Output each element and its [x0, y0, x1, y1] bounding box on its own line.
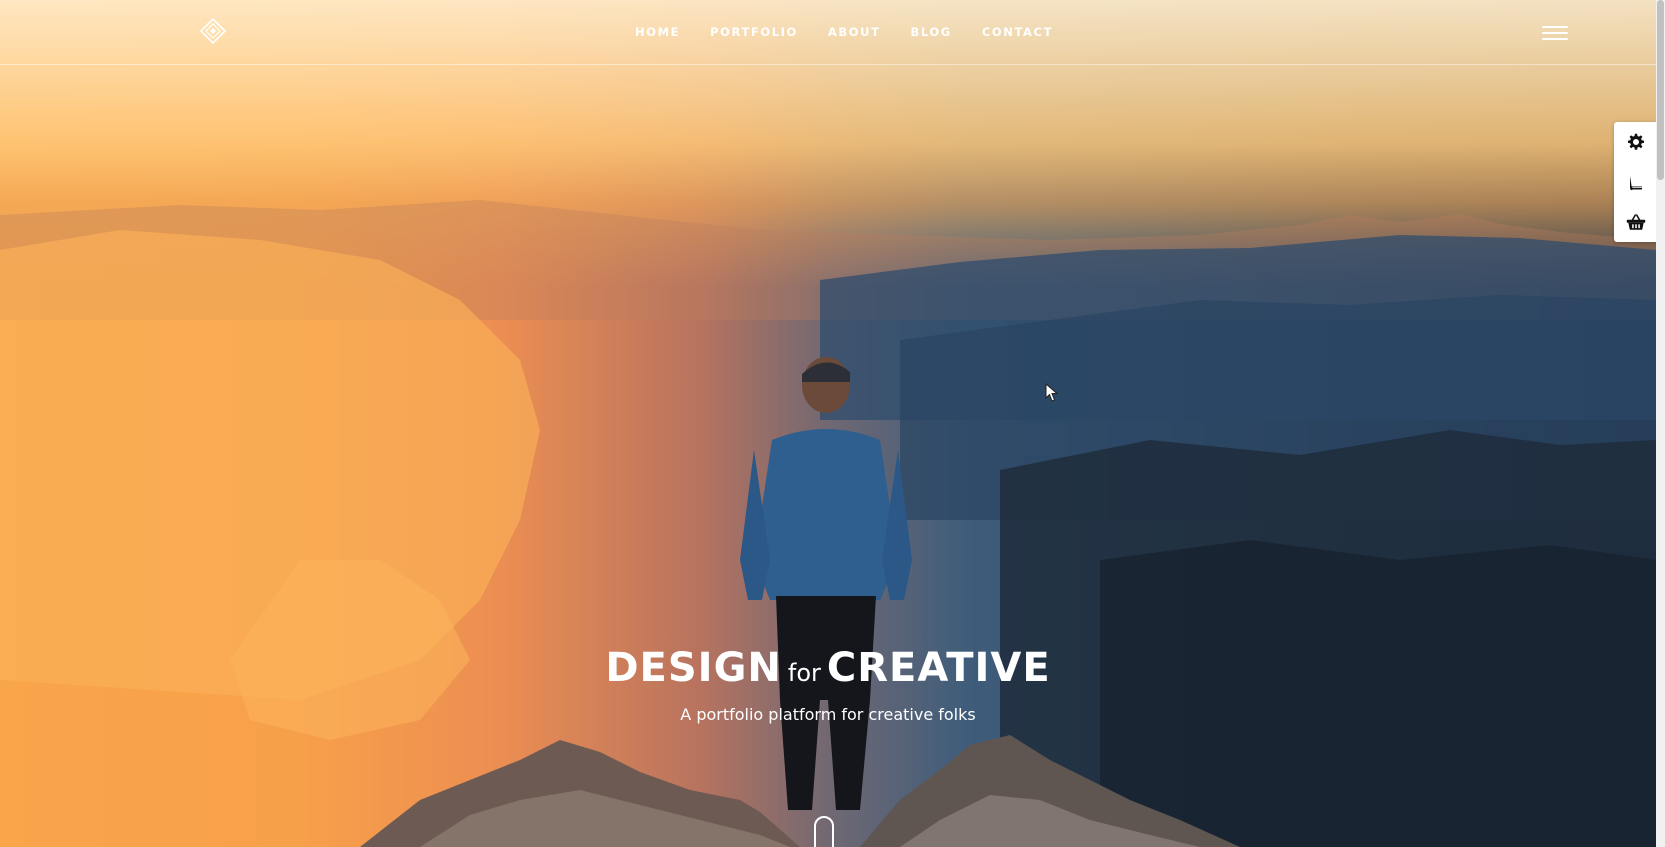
main-nav: HOME PORTFOLIO ABOUT BLOG CONTACT [620, 22, 1068, 42]
nav-portfolio[interactable]: PORTFOLIO [695, 22, 813, 42]
nav-home[interactable]: HOME [620, 22, 695, 42]
page-scrollbar[interactable] [1656, 0, 1665, 847]
hamburger-line [1542, 26, 1568, 28]
hero-title-part1: DESIGN [605, 645, 782, 691]
side-tools-panel [1614, 122, 1658, 242]
nav-contact[interactable]: CONTACT [967, 22, 1068, 42]
hero-title-part2: CREATIVE [826, 645, 1051, 691]
shop-button[interactable] [1614, 202, 1658, 242]
hero-title: DESIGN for CREATIVE [0, 645, 1656, 691]
docs-button[interactable] [1614, 162, 1658, 202]
page: HOME PORTFOLIO ABOUT BLOG CONTACT DESIGN… [0, 0, 1665, 847]
scrollbar-thumb[interactable] [1657, 0, 1664, 180]
hamburger-line [1542, 32, 1568, 34]
hero-subtitle: A portfolio platform for creative folks [680, 705, 976, 724]
mouse-scroll-icon[interactable] [814, 816, 834, 847]
book-icon [1630, 174, 1642, 191]
nav-blog[interactable]: BLOG [896, 22, 967, 42]
top-navigation-bar: HOME PORTFOLIO ABOUT BLOG CONTACT [0, 0, 1656, 65]
basket-icon [1626, 214, 1646, 230]
hero-title-connector: for [787, 659, 821, 687]
gear-icon [1627, 133, 1645, 150]
hamburger-menu-icon[interactable] [1542, 26, 1568, 44]
person-figure [740, 357, 912, 810]
hamburger-line [1542, 38, 1568, 40]
settings-button[interactable] [1614, 122, 1658, 162]
diamond-logo-icon[interactable] [200, 18, 226, 44]
nav-about[interactable]: ABOUT [813, 22, 896, 42]
mouse-cursor-icon [1045, 383, 1059, 402]
